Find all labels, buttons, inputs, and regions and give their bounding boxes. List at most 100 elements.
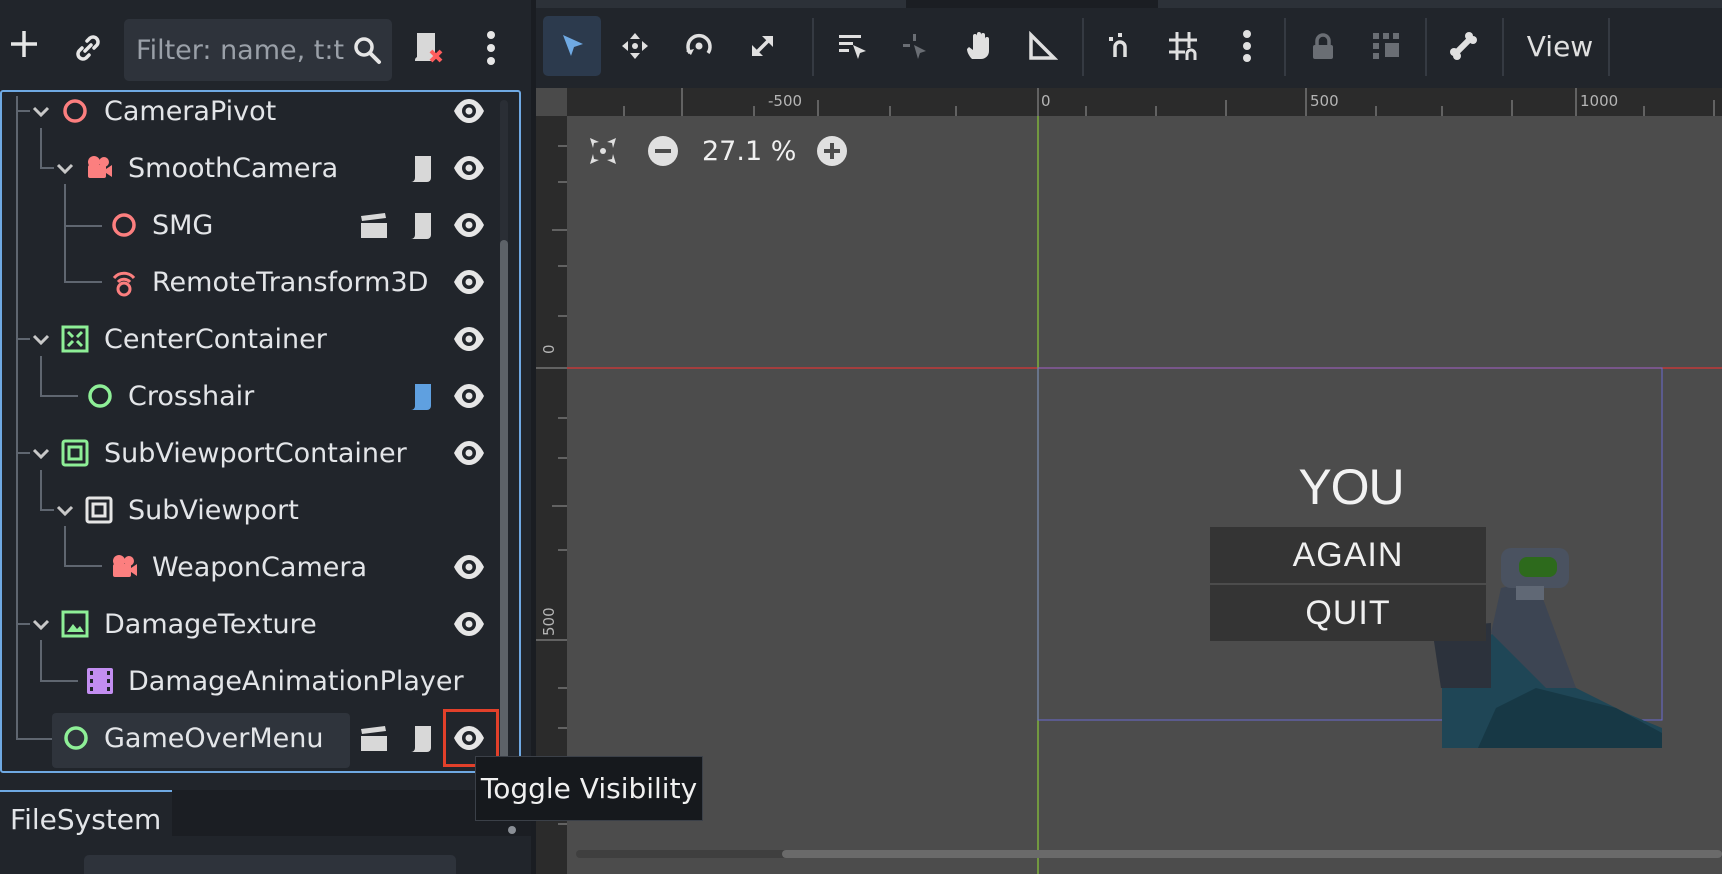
list-select-icon — [839, 35, 866, 59]
chevron-down-icon[interactable] — [54, 500, 76, 522]
filter-input[interactable] — [136, 19, 346, 81]
zoom-out-icon — [648, 136, 678, 166]
tree-row-crosshair[interactable]: Crosshair — [0, 368, 500, 425]
eye-icon[interactable] — [452, 210, 486, 240]
view-menu-label: View — [1526, 29, 1594, 63]
script-icon[interactable] — [407, 210, 435, 242]
pivot-icon — [903, 34, 926, 59]
script-icon[interactable] — [407, 153, 435, 185]
remote-transform-icon — [112, 271, 136, 297]
center-view-icon — [590, 138, 616, 164]
tree-row-camerapivot[interactable]: CameraPivot — [0, 83, 500, 140]
ruler-tool-button[interactable] — [1014, 16, 1072, 76]
tab-filesystem[interactable]: FileSystem — [0, 790, 172, 846]
node-label: CenterContainer — [104, 324, 327, 355]
view-menu-button[interactable]: View — [1515, 16, 1605, 76]
node-label: DamageAnimationPlayer — [128, 666, 464, 697]
scene-more-button[interactable] — [476, 28, 506, 68]
node-label: RemoteTransform3D — [152, 267, 429, 298]
node-label: DamageTexture — [104, 609, 317, 640]
zoom-level[interactable]: 27.1 % — [702, 136, 796, 167]
ruler-label: 0 — [540, 344, 558, 354]
select-tool-button[interactable] — [543, 16, 601, 76]
tree-row-subviewport[interactable]: SubViewport — [0, 482, 500, 539]
subviewport-icon — [85, 496, 113, 524]
chevron-down-icon[interactable] — [30, 101, 52, 123]
tree-row-remotetransform3d[interactable]: RemoteTransform3D — [0, 254, 500, 311]
group-button[interactable] — [1358, 16, 1416, 76]
ruler-label: 0 — [1041, 92, 1051, 110]
tree-scrollbar-thumb[interactable] — [500, 240, 508, 768]
ruler-label: 500 — [1310, 92, 1339, 110]
toolbar-separator — [1284, 18, 1286, 76]
script-remove-icon — [414, 33, 443, 63]
grid-snap-button[interactable] — [1154, 16, 1212, 76]
filesystem-path-field[interactable] — [84, 855, 456, 874]
tree-row-damageanimationplayer[interactable]: DamageAnimationPlayer — [0, 653, 500, 710]
snap-options-button[interactable] — [1218, 16, 1276, 76]
scale-tool-button[interactable] — [734, 16, 792, 76]
clapperboard-icon[interactable] — [359, 212, 389, 240]
control-icon — [88, 384, 112, 408]
eye-icon[interactable] — [452, 96, 486, 126]
canvas-2d-viewport[interactable]: -500 0 500 1000 0 500 27.1 % YOU DIE — [536, 88, 1722, 874]
eye-icon[interactable] — [452, 324, 486, 354]
camera3d-icon — [88, 156, 112, 178]
canvas-hscroll-thumb[interactable] — [782, 850, 1722, 858]
chevron-down-icon[interactable] — [30, 443, 52, 465]
ruler-icon — [1029, 31, 1058, 60]
eye-icon[interactable] — [452, 438, 486, 468]
tree-row-smg[interactable]: SMG — [0, 197, 500, 254]
script-icon[interactable] — [407, 723, 435, 755]
zoom-out-button[interactable] — [646, 134, 680, 168]
instance-scene-button[interactable] — [70, 30, 106, 66]
ruler-label: 1000 — [1580, 92, 1619, 110]
eye-icon[interactable] — [452, 381, 486, 411]
center-view-button[interactable] — [586, 134, 620, 168]
add-child-node-button[interactable] — [6, 26, 42, 62]
node-label: SubViewportContainer — [104, 438, 407, 469]
eye-icon[interactable] — [452, 552, 486, 582]
scene-filter[interactable] — [124, 19, 392, 81]
pivot-tool-button[interactable] — [886, 16, 944, 76]
tree-row-damagetexture[interactable]: DamageTexture — [0, 596, 500, 653]
eye-icon[interactable] — [452, 609, 486, 639]
editor-tab-strip — [536, 0, 1722, 8]
list-select-button[interactable] — [823, 16, 881, 76]
chevron-down-icon[interactable] — [54, 158, 76, 180]
eye-icon[interactable] — [452, 267, 486, 297]
clapperboard-icon[interactable] — [359, 725, 389, 753]
again-button[interactable]: AGAIN — [1210, 527, 1486, 583]
tree-row-smoothcamera[interactable]: SmoothCamera — [0, 140, 500, 197]
group-icon — [1373, 33, 1399, 59]
plus-icon — [11, 31, 37, 57]
tree-row-centercontainer[interactable]: CenterContainer — [0, 311, 500, 368]
tree-row-gameovermenu[interactable]: GameOverMenu — [0, 710, 500, 767]
tab-filesystem-label: FileSystem — [10, 802, 162, 836]
ruler-top[interactable]: -500 0 500 1000 — [536, 88, 1722, 116]
rotate-tool-button[interactable] — [670, 16, 728, 76]
kebab-icon — [487, 31, 495, 65]
smart-snap-icon — [1109, 33, 1127, 57]
ruler-ticks — [623, 88, 1715, 116]
tree-row-subviewportcontainer[interactable]: SubViewportContainer — [0, 425, 500, 482]
chevron-down-icon[interactable] — [30, 614, 52, 636]
skeleton-button[interactable] — [1434, 16, 1492, 76]
move-tool-button[interactable] — [606, 16, 664, 76]
script-icon[interactable] — [407, 381, 435, 413]
chevron-down-icon[interactable] — [30, 329, 52, 351]
tooltip-text: Toggle Visibility — [480, 772, 698, 805]
scene-dock: CameraPivot SmoothCamera SMG RemoteTrans… — [0, 0, 531, 874]
smart-snap-button[interactable] — [1091, 16, 1149, 76]
detach-script-button[interactable] — [410, 28, 446, 68]
toolbar-separator — [1425, 18, 1427, 76]
dock-grip-icon[interactable] — [508, 826, 516, 834]
tree-row-weaponcamera[interactable]: WeaponCamera — [0, 539, 500, 596]
lock-icon — [1313, 33, 1333, 59]
zoom-in-button[interactable] — [815, 134, 849, 168]
pan-tool-button[interactable] — [950, 16, 1008, 76]
animation-player-icon — [87, 668, 113, 694]
quit-button[interactable]: QUIT — [1210, 585, 1486, 641]
eye-icon[interactable] — [452, 153, 486, 183]
lock-button[interactable] — [1294, 16, 1352, 76]
